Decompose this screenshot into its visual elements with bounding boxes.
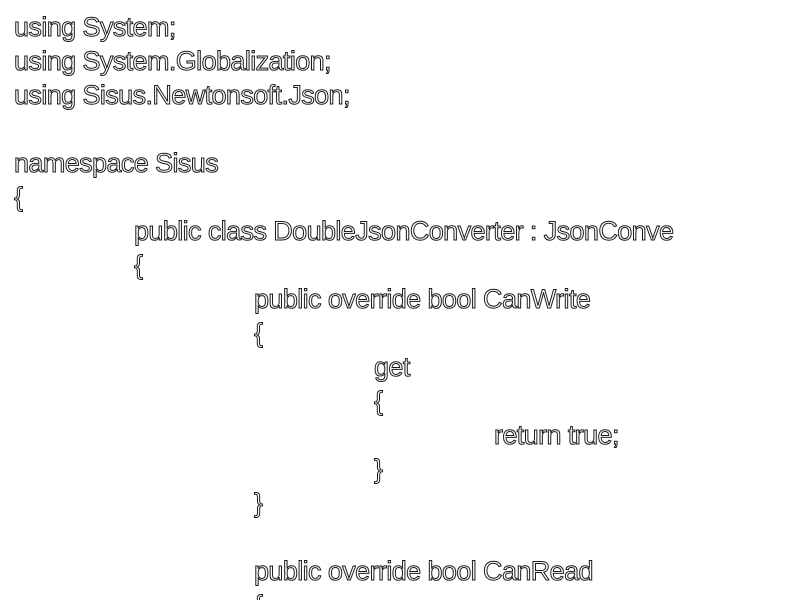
- code-line-get-accessor: get: [374, 352, 411, 383]
- code-line-namespace: namespace Sisus: [13, 148, 219, 179]
- code-line-canwrite-property: public override bool CanWrite: [253, 284, 591, 315]
- code-line-namespace-open-brace: {: [13, 182, 23, 213]
- code-line-get-close-brace: }: [373, 454, 383, 485]
- code-line-canwrite-open-brace: {: [253, 318, 263, 349]
- code-line-using-json: using Sisus.Newtonsoft.Json;: [14, 80, 351, 111]
- code-line-get-open-brace: {: [373, 386, 383, 417]
- code-line-canwrite-close-brace: }: [253, 488, 263, 519]
- code-view: using System; using System.Globalization…: [0, 0, 800, 600]
- code-line-class-declaration: public class DoubleJsonConverter : JsonC…: [133, 216, 674, 247]
- code-line-class-open-brace: {: [133, 250, 143, 281]
- code-line-canread-property: public override bool CanRead: [254, 556, 595, 587]
- code-line-return-true: return true;: [494, 420, 620, 451]
- code-line-using-globalization: using System.Globalization;: [14, 46, 333, 77]
- code-line-canread-open-brace: {: [253, 588, 263, 600]
- code-line-using-system: using System;: [14, 12, 177, 43]
